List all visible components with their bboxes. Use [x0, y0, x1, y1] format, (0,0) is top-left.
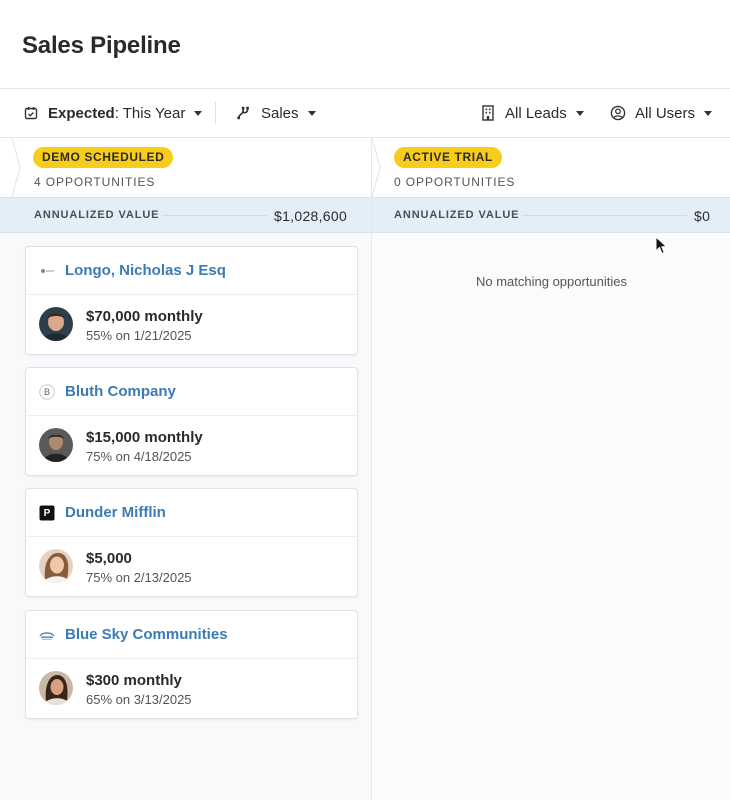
expected-filter-label: Expected	[48, 104, 115, 122]
stage-column-demo-scheduled: DEMO SCHEDULED 4 OPPORTUNITIES ANNUALIZE…	[0, 138, 371, 800]
opportunity-probability: 75% on 2/13/2025	[86, 570, 192, 585]
value-divider-line	[522, 215, 687, 216]
chevron-down-icon	[194, 111, 203, 116]
page-title: Sales Pipeline	[22, 32, 181, 59]
annualized-value-label: ANNUALIZED VALUE	[34, 209, 160, 221]
stage-header: ACTIVE TRIAL 0 OPPORTUNITIES	[372, 138, 730, 197]
leads-filter-label: All Leads	[505, 104, 567, 122]
company-name-link[interactable]: Longo, Nicholas J Esq	[65, 262, 226, 279]
annualized-value-bar: ANNUALIZED VALUE $0	[372, 197, 730, 233]
stage-arrow-edge	[11, 138, 21, 197]
leads-filter[interactable]: All Leads	[480, 89, 584, 137]
filter-divider	[215, 102, 216, 124]
annualized-value-bar: ANNUALIZED VALUE $1,028,600	[0, 197, 371, 233]
company-name-link[interactable]: Dunder Mifflin	[65, 504, 166, 521]
expected-filter-value: : This Year	[114, 104, 186, 122]
chevron-down-icon	[704, 111, 713, 116]
building-icon	[480, 105, 496, 121]
users-filter[interactable]: All Users	[610, 89, 713, 137]
pipeline-board: DEMO SCHEDULED 4 OPPORTUNITIES ANNUALIZE…	[0, 138, 730, 800]
opportunity-card[interactable]: Blue Sky Communities $300 monthly 65% on…	[25, 610, 358, 719]
dunder-mifflin-logo-icon: P	[39, 505, 55, 521]
pipeline-filter[interactable]: Sales	[236, 89, 316, 137]
opportunity-probability: 65% on 3/13/2025	[86, 692, 192, 707]
stage-header: DEMO SCHEDULED 4 OPPORTUNITIES	[0, 138, 371, 197]
opportunity-probability: 55% on 1/21/2025	[86, 328, 192, 343]
opportunity-probability: 75% on 4/18/2025	[86, 449, 192, 464]
avatar	[39, 549, 73, 583]
stage-badge: DEMO SCHEDULED	[33, 147, 174, 168]
opportunity-amount: $300 monthly	[86, 672, 182, 689]
users-filter-label: All Users	[635, 104, 696, 122]
blue-sky-logo-icon	[39, 627, 55, 643]
opportunity-card[interactable]: Longo, Nicholas J Esq $70,000 monthly 55…	[25, 246, 358, 355]
chevron-down-icon	[307, 111, 316, 116]
longo-logo-icon	[39, 263, 55, 279]
expected-date-filter[interactable]: Expected: This Year	[23, 89, 203, 137]
mouse-cursor-icon	[655, 236, 668, 255]
filter-bar: Expected: This Year Sales All Leads All …	[0, 89, 730, 138]
user-circle-icon	[610, 105, 626, 121]
opportunity-card[interactable]: B Bluth Company $15,000 monthly 75% on 4…	[25, 367, 358, 476]
opportunity-card[interactable]: P Dunder Mifflin $5,000 75% on 2/13/2025	[25, 488, 358, 597]
chevron-down-icon	[575, 111, 584, 116]
pipeline-filter-label: Sales	[261, 104, 299, 122]
stage-arrow-edge	[372, 138, 381, 197]
opportunity-amount: $15,000 monthly	[86, 429, 203, 446]
annualized-value: $0	[694, 208, 711, 224]
calendar-check-icon	[23, 105, 39, 121]
avatar	[39, 307, 73, 341]
avatar	[39, 671, 73, 705]
page-header: Sales Pipeline	[0, 0, 730, 89]
stage-badge: ACTIVE TRIAL	[394, 147, 502, 168]
avatar	[39, 428, 73, 462]
opportunity-count: 4 OPPORTUNITIES	[34, 175, 156, 189]
opportunity-amount: $70,000 monthly	[86, 308, 203, 325]
stage-column-active-trial: ACTIVE TRIAL 0 OPPORTUNITIES ANNUALIZED …	[371, 138, 730, 800]
annualized-value: $1,028,600	[274, 208, 348, 224]
company-name-link[interactable]: Bluth Company	[65, 383, 176, 400]
pipeline-icon	[236, 105, 252, 121]
value-divider-line	[162, 215, 267, 216]
opportunity-count: 0 OPPORTUNITIES	[394, 175, 516, 189]
opportunity-amount: $5,000	[86, 550, 132, 567]
empty-state-message: No matching opportunities	[475, 274, 628, 289]
annualized-value-label: ANNUALIZED VALUE	[394, 209, 520, 221]
bluth-logo-icon: B	[39, 384, 55, 400]
company-name-link[interactable]: Blue Sky Communities	[65, 626, 228, 643]
